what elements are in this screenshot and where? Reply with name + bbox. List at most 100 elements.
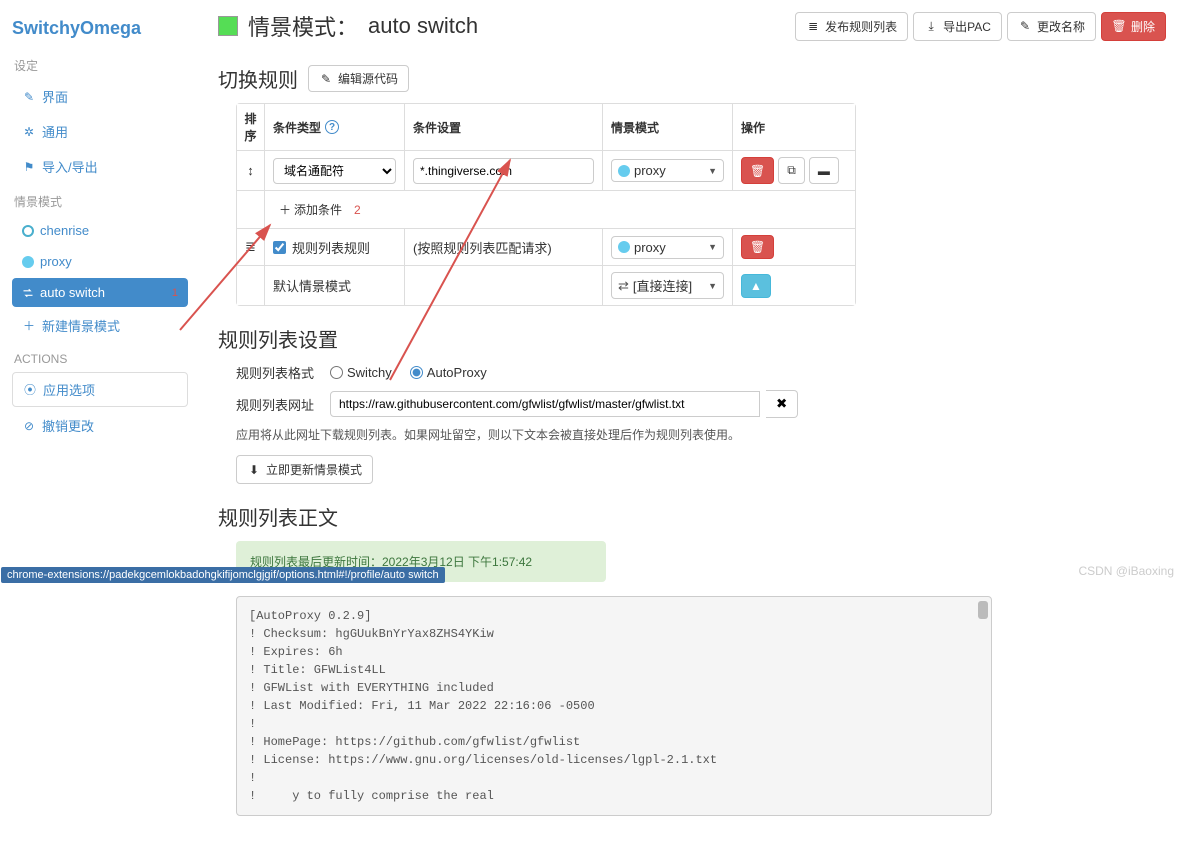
profile-fill-icon xyxy=(22,256,34,268)
scrollbar[interactable] xyxy=(975,599,989,813)
switch-icon xyxy=(22,287,34,299)
arrow-up-icon: ▲ xyxy=(750,279,762,293)
sidebar: SwitchyOmega 设定 ✎ 界面 ✲ 通用 ⚑ 导入/导出 情景模式 c… xyxy=(0,0,200,846)
export-pac-button[interactable]: ⤓ 导出PAC xyxy=(913,12,1002,41)
col-type-label: 条件类型 xyxy=(273,119,321,136)
plus-icon: ＋ xyxy=(279,201,291,218)
main-panel: 情景模式： auto switch ≣ 发布规则列表 ⤓ 导出PAC ✎ 更改名… xyxy=(200,0,1184,846)
rulelist-url-input[interactable] xyxy=(330,391,760,417)
format-switchy-label: Switchy xyxy=(347,365,392,380)
watermark: CSDN @iBaoxing xyxy=(1078,564,1174,578)
direct-icon: ⇄ xyxy=(618,278,629,294)
rule-delete-button[interactable]: 🗑 xyxy=(741,157,774,184)
update-profile-label: 立即更新情景模式 xyxy=(266,461,362,478)
publish-rules-button[interactable]: ≣ 发布规则列表 xyxy=(795,12,908,41)
export-pac-label: 导出PAC xyxy=(943,18,991,35)
plus-icon: ＋ xyxy=(22,319,36,333)
nav-import-export[interactable]: ⚑ 导入/导出 xyxy=(12,150,188,183)
rule-note-button[interactable]: ▬ xyxy=(809,157,839,184)
nav-general[interactable]: ✲ 通用 xyxy=(12,115,188,148)
page-title-prefix: 情景模式： xyxy=(248,10,358,42)
globe-icon: ✎ xyxy=(22,90,36,104)
default-profile-label: [直接连接] xyxy=(633,276,692,295)
rulelist-delete-button[interactable]: 🗑 xyxy=(741,235,774,259)
nav-profile-autoswitch-label: auto switch xyxy=(40,285,105,300)
rename-label: 更改名称 xyxy=(1037,18,1085,35)
col-type: 条件类型 ? xyxy=(265,104,405,150)
close-icon: ✖ xyxy=(776,396,787,411)
nav-import-export-label: 导入/导出 xyxy=(42,157,98,176)
note-icon: ▬ xyxy=(818,164,830,178)
trash-icon: 🗑 xyxy=(1112,19,1126,33)
rulelist-checkbox[interactable] xyxy=(273,241,286,254)
nav-apply[interactable]: ⦿ 应用选项 xyxy=(12,372,188,407)
format-autoproxy-label: AutoProxy xyxy=(427,365,487,380)
list-icon: ≣ xyxy=(806,19,820,33)
nav-interface[interactable]: ✎ 界面 xyxy=(12,80,188,113)
trash-icon: 🗑 xyxy=(750,240,765,254)
page-title: 情景模式： auto switch xyxy=(218,10,478,42)
rules-table: 排序 条件类型 ? 条件设置 情景模式 操作 ↕ 域名通配符 xyxy=(236,103,856,306)
rules-table-header: 排序 条件类型 ? 条件设置 情景模式 操作 xyxy=(237,104,855,151)
format-autoproxy-radio[interactable]: AutoProxy xyxy=(410,365,487,380)
section-switch-rules: 切换规则 ✎ 编辑源代码 xyxy=(218,64,1166,93)
ban-icon: ⊘ xyxy=(22,419,36,433)
col-sort: 排序 xyxy=(237,104,265,150)
rulelist-hint: 应用将从此网址下载规则列表。如果网址留空，则以下文本会被直接处理后作为规则列表使… xyxy=(236,426,1166,443)
delete-label: 删除 xyxy=(1131,18,1155,35)
nav-profile-proxy[interactable]: proxy xyxy=(12,247,188,276)
col-actions: 操作 xyxy=(733,104,855,150)
nav-general-label: 通用 xyxy=(42,122,68,141)
rule-row: ↕ 域名通配符 proxy ▼ xyxy=(237,151,855,191)
nav-new-profile-label: 新建情景模式 xyxy=(42,316,120,335)
profile-fill-icon xyxy=(618,165,630,177)
switch-rules-heading: 切换规则 xyxy=(218,64,298,93)
format-switchy-radio[interactable]: Switchy xyxy=(330,365,392,380)
add-condition-label: 添加条件 xyxy=(294,201,342,218)
rulelist-cond-text: (按照规则列表匹配请求) xyxy=(405,229,603,265)
section-rulelist: 规则列表设置 xyxy=(218,324,1166,353)
rulelist-url-label: 规则列表网址 xyxy=(236,395,316,414)
section-rulebody: 规则列表正文 xyxy=(218,502,1166,531)
rule-row-default: 默认情景模式 ⇄ [直接连接] ▼ ▲ xyxy=(237,266,855,305)
rulebody-codebox[interactable]: [AutoProxy 0.2.9] ! Checksum: hgGUukBnYr… xyxy=(236,596,992,816)
add-badge: 2 xyxy=(354,203,361,217)
nav-apply-label: 应用选项 xyxy=(43,380,95,399)
sort-handle[interactable]: ↕ xyxy=(237,151,265,190)
nav-profile-chenrise-label: chenrise xyxy=(40,223,89,238)
rule-cond-input[interactable] xyxy=(413,158,594,184)
rulebody-code: [AutoProxy 0.2.9] ! Checksum: hgGUukBnYr… xyxy=(237,597,991,815)
rulelist-url-clear-button[interactable]: ✖ xyxy=(766,390,798,418)
col-profile: 情景模式 xyxy=(603,104,733,150)
nav-new-profile[interactable]: ＋ 新建情景模式 xyxy=(12,309,188,342)
nav-profile-proxy-label: proxy xyxy=(40,254,72,269)
publish-rules-label: 发布规则列表 xyxy=(825,18,897,35)
rulelist-profile-select[interactable]: proxy ▼ xyxy=(611,236,724,259)
download-icon: ⤓ xyxy=(924,19,938,33)
nav-interface-label: 界面 xyxy=(42,87,68,106)
rule-type-select[interactable]: 域名通配符 xyxy=(273,158,396,184)
rename-button[interactable]: ✎ 更改名称 xyxy=(1007,12,1096,41)
edit-source-button[interactable]: ✎ 编辑源代码 xyxy=(308,65,409,92)
help-icon[interactable]: ? xyxy=(325,120,339,134)
profile-color-swatch[interactable] xyxy=(218,16,238,36)
rulelist-url-row: 规则列表网址 ✖ xyxy=(236,390,1166,418)
rule-profile-select[interactable]: proxy ▼ xyxy=(611,159,724,182)
ok-icon: ⦿ xyxy=(23,383,37,397)
scrollbar-thumb[interactable] xyxy=(978,601,988,619)
default-up-button[interactable]: ▲ xyxy=(741,274,771,298)
gear-icon: ✲ xyxy=(22,125,36,139)
add-condition-button[interactable]: ＋ 添加条件 xyxy=(273,197,348,222)
nav-header-settings: 设定 xyxy=(14,57,188,74)
nav-profile-chenrise[interactable]: chenrise xyxy=(12,216,188,245)
chevron-down-icon: ▼ xyxy=(708,242,717,252)
update-profile-button[interactable]: ⬇ 立即更新情景模式 xyxy=(236,455,373,484)
nav-profile-autoswitch[interactable]: auto switch 1 xyxy=(12,278,188,307)
default-profile-select[interactable]: ⇄ [直接连接] ▼ xyxy=(611,272,724,299)
rule-copy-button[interactable]: ⧉ xyxy=(778,157,805,184)
delete-button[interactable]: 🗑 删除 xyxy=(1101,12,1166,41)
nav-badge: 1 xyxy=(172,287,178,299)
nav-undo[interactable]: ⊘ 撤销更改 xyxy=(12,409,188,442)
rule-profile-label: proxy xyxy=(634,163,666,178)
default-row-label: 默认情景模式 xyxy=(265,266,405,305)
